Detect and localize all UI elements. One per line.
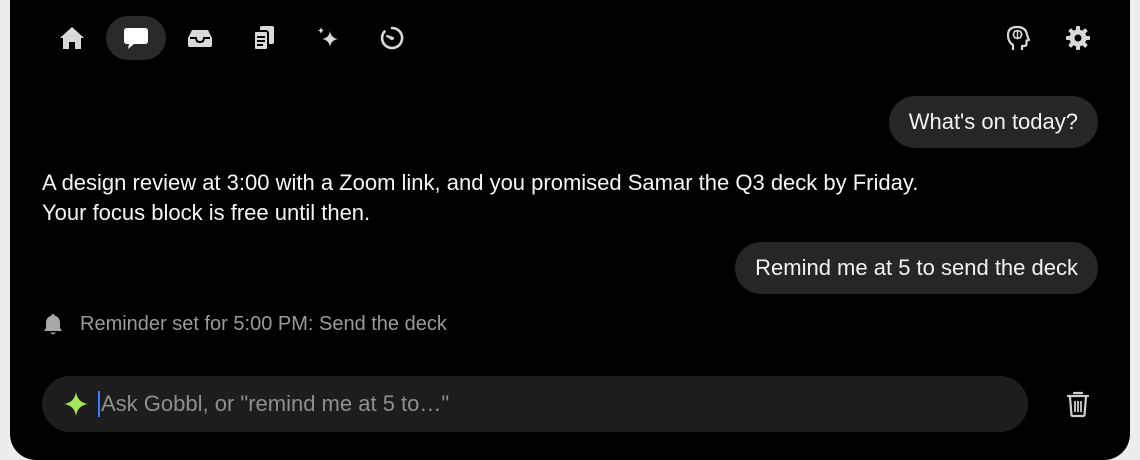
clear-chat-button[interactable] <box>1060 386 1096 422</box>
reminder-status-text: Reminder set for 5:00 PM: Send the deck <box>80 312 447 335</box>
settings-button[interactable] <box>1056 18 1100 58</box>
user-message-bubble: What's on today? <box>888 96 1098 148</box>
nav-home-button[interactable] <box>42 16 102 60</box>
top-nav <box>42 16 422 60</box>
nav-chat-button[interactable] <box>106 16 166 60</box>
brain-head-icon <box>1006 25 1031 50</box>
inbox-icon <box>188 30 212 47</box>
nav-documents-button[interactable] <box>234 16 294 60</box>
trash-icon <box>1066 391 1090 418</box>
home-icon <box>60 27 84 49</box>
bell-icon <box>44 314 62 335</box>
reminder-status: Reminder set for 5:00 PM: Send the deck <box>42 312 447 336</box>
user-message-bubble: Remind me at 5 to send the deck <box>735 242 1098 294</box>
memory-button[interactable] <box>996 18 1040 58</box>
top-right-actions <box>996 18 1100 58</box>
gear-icon <box>1066 26 1090 50</box>
chat-bubble-icon <box>124 28 148 49</box>
timer-icon <box>380 26 404 50</box>
composer-bar <box>42 376 1028 432</box>
nav-inbox-button[interactable] <box>170 16 230 60</box>
assistant-message-line: Your focus block is free until then. <box>42 200 371 225</box>
sparkle-icon <box>62 390 90 418</box>
nav-timer-button[interactable] <box>362 16 422 60</box>
assistant-message: A design review at 3:00 with a Zoom link… <box>42 168 1082 228</box>
sparkles-icon <box>318 27 338 47</box>
assistant-message-line: A design review at 3:00 with a Zoom link… <box>42 170 919 195</box>
app-window: What's on today? A design review at 3:00… <box>10 0 1130 460</box>
nav-sparkles-button[interactable] <box>298 16 358 60</box>
documents-icon <box>253 26 274 51</box>
chat-input[interactable] <box>100 384 1028 424</box>
